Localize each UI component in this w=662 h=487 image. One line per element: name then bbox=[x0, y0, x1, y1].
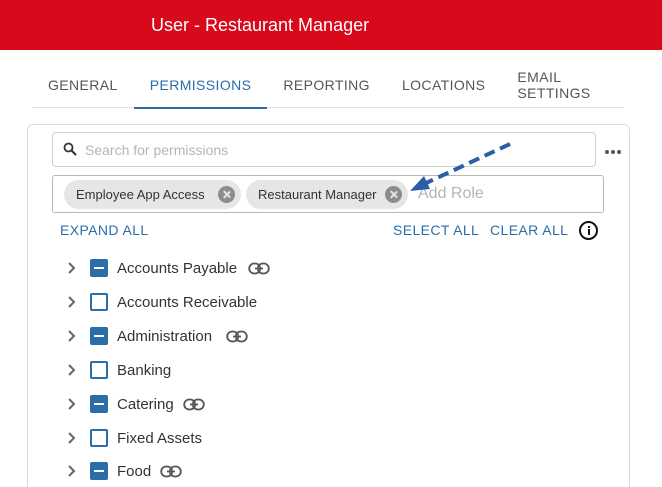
chevron-right-icon[interactable] bbox=[66, 398, 78, 410]
link-icon bbox=[183, 398, 205, 411]
permission-checkbox[interactable] bbox=[90, 462, 108, 480]
remove-role-icon[interactable] bbox=[218, 186, 235, 203]
role-chip-restaurant-manager: Restaurant Manager bbox=[246, 180, 408, 209]
tab-locations[interactable]: LOCATIONS bbox=[386, 62, 501, 108]
tab-reporting[interactable]: REPORTING bbox=[267, 62, 386, 108]
permission-row: Accounts Payable bbox=[60, 254, 460, 284]
app-header: User - Restaurant Manager bbox=[0, 0, 662, 50]
permission-row: Food bbox=[60, 457, 460, 487]
chevron-right-icon[interactable] bbox=[66, 262, 78, 274]
link-icon bbox=[248, 262, 270, 275]
chevron-right-icon[interactable] bbox=[66, 296, 78, 308]
permission-label: Fixed Assets bbox=[117, 430, 203, 447]
permission-checkbox[interactable] bbox=[90, 327, 108, 345]
search-icon bbox=[63, 142, 77, 156]
chevron-right-icon[interactable] bbox=[66, 432, 78, 444]
annotation-arrow-icon bbox=[410, 142, 511, 191]
page-title: User - Restaurant Manager bbox=[151, 15, 370, 35]
info-icon[interactable] bbox=[579, 221, 598, 240]
role-chip-label: Restaurant Manager bbox=[258, 187, 377, 202]
permission-row: Fixed Assets bbox=[60, 424, 460, 454]
permission-label: Banking bbox=[117, 362, 172, 379]
permission-checkbox[interactable] bbox=[90, 293, 108, 311]
permission-checkbox[interactable] bbox=[90, 361, 108, 379]
permission-label: Administration bbox=[117, 328, 213, 345]
tab-bar: GENERAL PERMISSIONS REPORTING LOCATIONS … bbox=[32, 62, 624, 109]
link-icon bbox=[226, 330, 248, 343]
permission-label: Accounts Payable bbox=[117, 260, 238, 277]
permission-label: Catering bbox=[117, 396, 174, 413]
clear-all-button[interactable]: CLEAR ALL bbox=[490, 222, 568, 238]
tab-general[interactable]: GENERAL bbox=[32, 62, 134, 108]
permission-checkbox[interactable] bbox=[90, 395, 108, 413]
permission-checkbox[interactable] bbox=[90, 259, 108, 277]
tab-permissions[interactable]: PERMISSIONS bbox=[133, 62, 268, 109]
select-all-button[interactable]: SELECT ALL bbox=[393, 222, 479, 238]
permission-checkbox[interactable] bbox=[90, 429, 108, 447]
role-chip-employee-app-access: Employee App Access bbox=[64, 180, 241, 209]
permission-row: Administration bbox=[60, 322, 460, 352]
permission-row: Accounts Receivable bbox=[60, 288, 460, 318]
chevron-right-icon[interactable] bbox=[66, 330, 78, 342]
expand-all-button[interactable]: EXPAND ALL bbox=[60, 222, 149, 238]
permission-label: Food bbox=[117, 463, 152, 480]
link-icon bbox=[160, 465, 182, 478]
more-options-icon[interactable] bbox=[603, 143, 623, 161]
permission-row: Catering bbox=[60, 390, 460, 420]
chevron-right-icon[interactable] bbox=[66, 465, 78, 477]
chevron-right-icon[interactable] bbox=[66, 364, 78, 376]
tab-email-settings[interactable]: EMAIL SETTINGS bbox=[501, 62, 624, 108]
permission-label: Accounts Receivable bbox=[117, 294, 258, 311]
role-chip-label: Employee App Access bbox=[76, 187, 205, 202]
role-selector[interactable]: Employee App Access Restaurant Manager bbox=[52, 175, 604, 213]
permission-row: Banking bbox=[60, 356, 460, 386]
